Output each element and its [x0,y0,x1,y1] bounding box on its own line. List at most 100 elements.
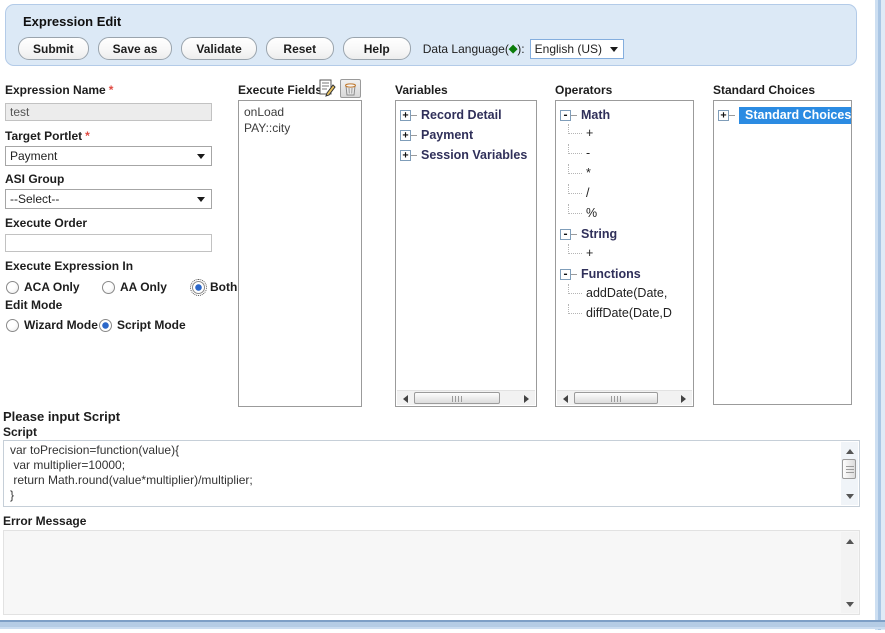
expand-plus-icon[interactable]: + [718,110,729,121]
standard-choices-tree: + Standard Choices [713,100,852,405]
header-panel: Expression Edit Submit Save as Validate … [5,4,857,66]
tree-node-diffdate[interactable]: diffDate(Date,D [568,306,672,320]
delete-icon[interactable] [340,79,361,98]
right-edge-strip [873,0,885,630]
tree-node-op-minus[interactable]: - [568,146,590,160]
diamond-icon: ◆ [509,42,517,55]
script-code[interactable]: var toPrecision=function(value){ var mul… [4,441,841,506]
reset-button[interactable]: Reset [266,37,334,60]
scroll-left-icon[interactable] [397,391,412,406]
radio-aca-only[interactable]: ACA Only [6,280,80,294]
asi-group-value: --Select-- [10,192,59,206]
tree-node-session-variables[interactable]: + Session Variables [400,148,527,162]
tree-node-functions[interactable]: - Functions [560,267,641,281]
edit-fields-icon[interactable] [318,79,336,97]
error-message-textarea[interactable] [3,530,860,615]
variables-label: Variables [395,83,448,97]
required-asterisk: * [85,129,90,143]
selected-tree-node[interactable]: Standard Choices [739,107,852,124]
tree-node-math[interactable]: - Math [560,108,610,122]
scroll-up-icon[interactable] [841,532,858,548]
collapse-minus-icon[interactable]: - [560,110,571,121]
toolbar: Submit Save as Validate Reset Help Data … [9,37,624,60]
vertical-scrollbar[interactable] [841,442,858,505]
scroll-right-icon[interactable] [520,391,535,406]
radio-aa-only[interactable]: AA Only [102,280,167,294]
vertical-scrollbar[interactable] [841,532,858,613]
horizontal-scrollbar[interactable] [397,390,535,405]
tree-node-string[interactable]: - String [560,227,617,241]
expression-edit-page: Expression Edit Submit Save as Validate … [0,0,885,633]
execute-order-input[interactable] [5,234,212,252]
list-item[interactable]: onLoad [239,104,361,120]
data-language-label: Data Language( [423,42,509,56]
standard-choices-label: Standard Choices [713,83,815,97]
bottom-bar [0,620,885,629]
tree-node-string-concat[interactable]: + [568,246,593,260]
page-title: Expression Edit [23,14,121,29]
scrollbar-thumb[interactable] [842,459,856,479]
language-select[interactable]: English (US) [530,39,624,59]
tree-node-op-multiply[interactable]: * [568,166,591,180]
submit-button[interactable]: Submit [18,37,89,60]
tree-node-op-modulo[interactable]: % [568,206,597,220]
tree-node-op-plus[interactable]: + [568,126,593,140]
expand-plus-icon[interactable]: + [400,110,411,121]
error-message-content[interactable] [4,531,841,614]
execute-expression-in-label: Execute Expression In [5,259,133,273]
radio-icon[interactable] [6,281,19,294]
asi-group-select[interactable]: --Select-- [5,189,212,209]
radio-both[interactable]: Both [192,280,237,294]
target-portlet-label: Target Portlet* [5,129,90,143]
radio-icon[interactable] [99,319,112,332]
language-select-value: English (US) [535,42,602,56]
expression-name-label: Expression Name* [5,83,113,97]
list-item[interactable]: PAY::city [239,120,361,136]
chevron-down-icon [197,154,205,163]
data-language-label-suffix: ): [517,42,524,56]
expression-name-input[interactable] [5,103,212,121]
error-message-label: Error Message [3,514,86,528]
target-portlet-value: Payment [10,149,57,163]
validate-button[interactable]: Validate [181,37,256,60]
horizontal-scrollbar[interactable] [557,390,692,405]
radio-icon[interactable] [192,281,205,294]
radio-icon[interactable] [102,281,115,294]
radio-wizard-mode[interactable]: Wizard Mode [6,318,98,332]
radio-icon[interactable] [6,319,19,332]
execute-order-label: Execute Order [5,216,87,230]
scroll-down-icon[interactable] [841,597,858,613]
scroll-up-icon[interactable] [841,442,858,458]
edit-mode-label: Edit Mode [5,298,62,312]
tree-node-op-divide[interactable]: / [568,186,589,200]
save-as-button[interactable]: Save as [98,37,173,60]
target-portlet-select[interactable]: Payment [5,146,212,166]
tree-node-payment[interactable]: + Payment [400,128,473,142]
scrollbar-thumb[interactable] [414,392,500,404]
required-asterisk: * [109,83,114,97]
please-input-script-heading: Please input Script [3,409,120,424]
help-button[interactable]: Help [343,37,411,60]
scroll-down-icon[interactable] [841,489,858,505]
tree-node-adddate[interactable]: addDate(Date, [568,286,667,300]
variables-tree: + Record Detail + Payment + Session Vari… [395,100,537,407]
chevron-down-icon [197,197,205,206]
execute-fields-listbox[interactable]: onLoad PAY::city [238,100,362,407]
scroll-left-icon[interactable] [557,391,572,406]
script-textarea[interactable]: var toPrecision=function(value){ var mul… [3,440,860,507]
collapse-minus-icon[interactable]: - [560,229,571,240]
scroll-right-icon[interactable] [677,391,692,406]
expand-plus-icon[interactable]: + [400,130,411,141]
tree-node-record-detail[interactable]: + Record Detail [400,108,502,122]
tree-node-standard-choices[interactable]: + Standard Choices [718,107,852,124]
collapse-minus-icon[interactable]: - [560,269,571,280]
execute-fields-label: Execute Fields* [238,83,330,97]
data-language-field: Data Language(◆): English (US) [423,39,624,59]
scrollbar-thumb[interactable] [574,392,658,404]
asi-group-label: ASI Group [5,172,64,186]
operators-label: Operators [555,83,612,97]
operators-tree: - Math + - * / % - String + - Functions … [555,100,694,407]
expand-plus-icon[interactable]: + [400,150,411,161]
radio-script-mode[interactable]: Script Mode [99,318,186,332]
script-label: Script [3,425,37,439]
